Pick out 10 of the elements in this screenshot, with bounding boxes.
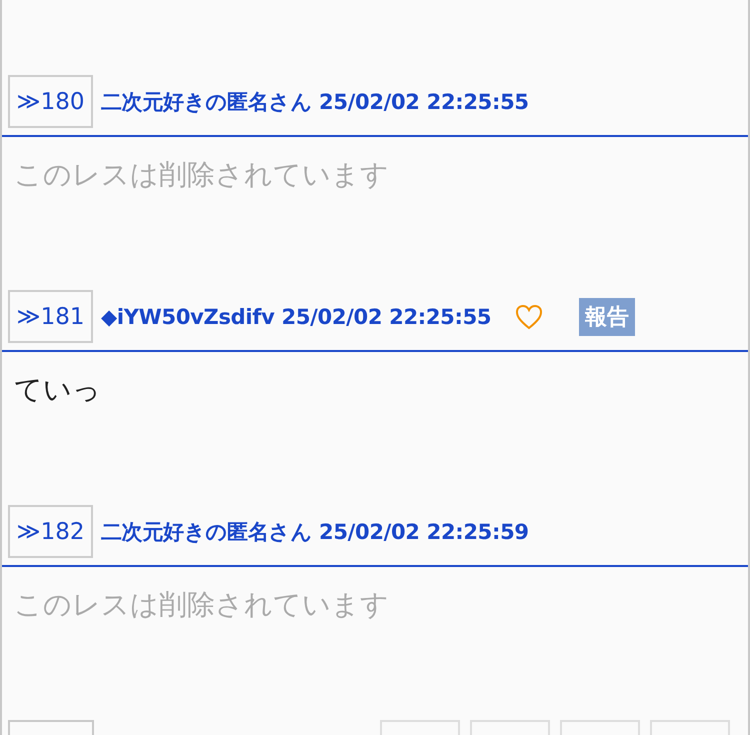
- post-number-link[interactable]: ≫180: [8, 75, 93, 128]
- post-body-text: このレスは削除されています: [14, 588, 389, 621]
- post-author-date: 二次元好きの匿名さん 25/02/02 22:25:59: [101, 518, 529, 546]
- heart-icon[interactable]: [515, 304, 544, 330]
- post-author-date: ◆iYW50vZsdifv 25/02/02 22:25:55: [101, 304, 492, 328]
- post-number-link[interactable]: ≫181: [8, 290, 93, 343]
- post-number-link[interactable]: ≫182: [8, 505, 93, 558]
- post-author-date: 二次元好きの匿名さん 25/02/02 22:25:55: [101, 88, 529, 116]
- post-body-text: ていっ: [14, 373, 101, 406]
- post-body-text: このレスは削除されています: [14, 158, 389, 191]
